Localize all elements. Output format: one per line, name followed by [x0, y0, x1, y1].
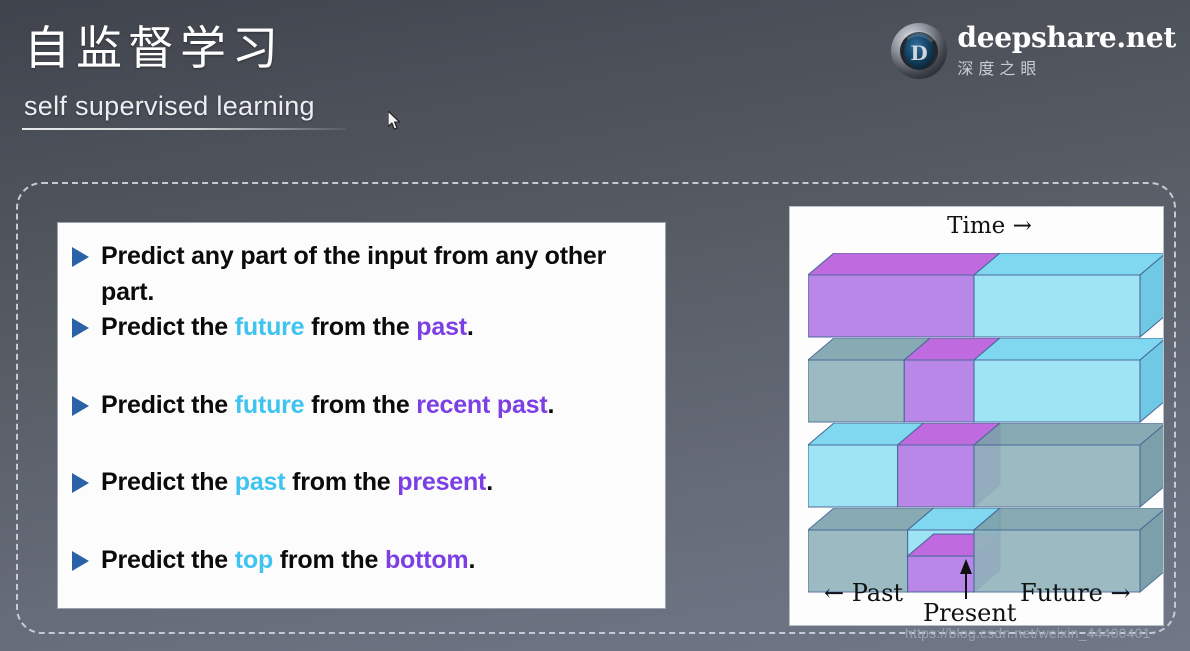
bullet-segment: bottom: [384, 545, 469, 574]
bullet-segment: Predict the: [101, 468, 235, 496]
bullet-segment: .: [466, 313, 474, 341]
title-underline: [22, 128, 346, 130]
bullet-segment: Predict any part of the input from any o…: [101, 242, 607, 306]
bullet-item: Predict any part of the input from any o…: [72, 239, 653, 310]
bullet-list: Predict any part of the input from any o…: [72, 239, 653, 578]
bullet-segment: from the: [285, 468, 398, 496]
triangle-bullet-icon: [72, 318, 89, 338]
triangle-bullet-icon: [72, 247, 89, 267]
triangle-bullet-icon: [72, 395, 89, 416]
bullet-item: Predict the future from the recent past.: [72, 388, 653, 424]
diagram-axis-future: Future →: [1020, 579, 1131, 607]
bullet-segment: from the: [304, 313, 417, 341]
bullet-text: Predict any part of the input from any o…: [101, 239, 653, 310]
slide-header: 自监督学习 self supervised learning D deepsha…: [0, 0, 1190, 150]
bullet-segment: present: [397, 468, 487, 496]
logo-text-block: deepshare.net 深度之眼: [957, 23, 1176, 78]
bullet-text: Predict the past from the present.: [101, 465, 653, 501]
mouse-pointer-icon: [387, 110, 402, 131]
watermark-url: https://blog.csdn.net/weixin_44400401: [905, 625, 1151, 641]
diagram-time-label: Time →: [947, 213, 1032, 239]
diagram-bar-predict-past-from-present: [808, 423, 1163, 509]
bullet-segment: .: [468, 545, 476, 574]
bullet-segment: Predict the: [101, 313, 235, 341]
diagram-bar-predict-future-from-recent-past: [808, 338, 1163, 424]
bullet-segment: past: [234, 468, 286, 496]
bullet-text: Predict the future from the past.: [101, 310, 653, 346]
logo-subtitle: 深度之眼: [957, 58, 1042, 78]
bullet-segment: recent past: [416, 390, 548, 419]
page-title: 自监督学习: [24, 21, 284, 75]
bullet-segment: from the: [304, 390, 417, 419]
bullet-segment: past: [416, 313, 467, 341]
diagram-bar-predict-future-from-past: [808, 253, 1163, 339]
bullet-segment: from the: [273, 545, 385, 574]
bullet-segment: Predict the: [101, 390, 235, 419]
logo-name: deepshare.net: [957, 21, 1176, 55]
bullet-segment: .: [547, 390, 555, 419]
triangle-bullet-icon: [72, 550, 89, 571]
eye-logo-icon: D: [890, 22, 948, 80]
bullet-item: Predict the past from the present.: [72, 465, 653, 501]
page-subtitle: self supervised learning: [24, 91, 315, 121]
diagram-axis-present: Present: [923, 599, 1017, 626]
bullet-text: Predict the future from the recent past.: [101, 388, 653, 424]
diagram-axis-past: ← Past: [824, 579, 904, 607]
bullet-text: Predict the top from the bottom.: [101, 543, 653, 579]
bullet-item: Predict the future from the past.: [72, 310, 653, 346]
svg-text:D: D: [911, 41, 928, 65]
bullet-segment: .: [486, 468, 493, 496]
time-prediction-diagram: Time → ← Past Future → Present: [789, 206, 1164, 626]
bullet-list-card: Predict any part of the input from any o…: [57, 222, 666, 609]
brand-logo[interactable]: D deepshare.net 深度之眼: [890, 16, 1176, 86]
bullet-segment: Predict the: [101, 545, 235, 574]
bullet-segment: future: [234, 390, 305, 419]
up-arrow-icon: [960, 559, 972, 599]
bullet-item: Predict the top from the bottom.: [72, 543, 653, 579]
bullet-segment: future: [234, 313, 305, 341]
triangle-bullet-icon: [72, 473, 89, 493]
bullet-segment: top: [234, 545, 274, 574]
